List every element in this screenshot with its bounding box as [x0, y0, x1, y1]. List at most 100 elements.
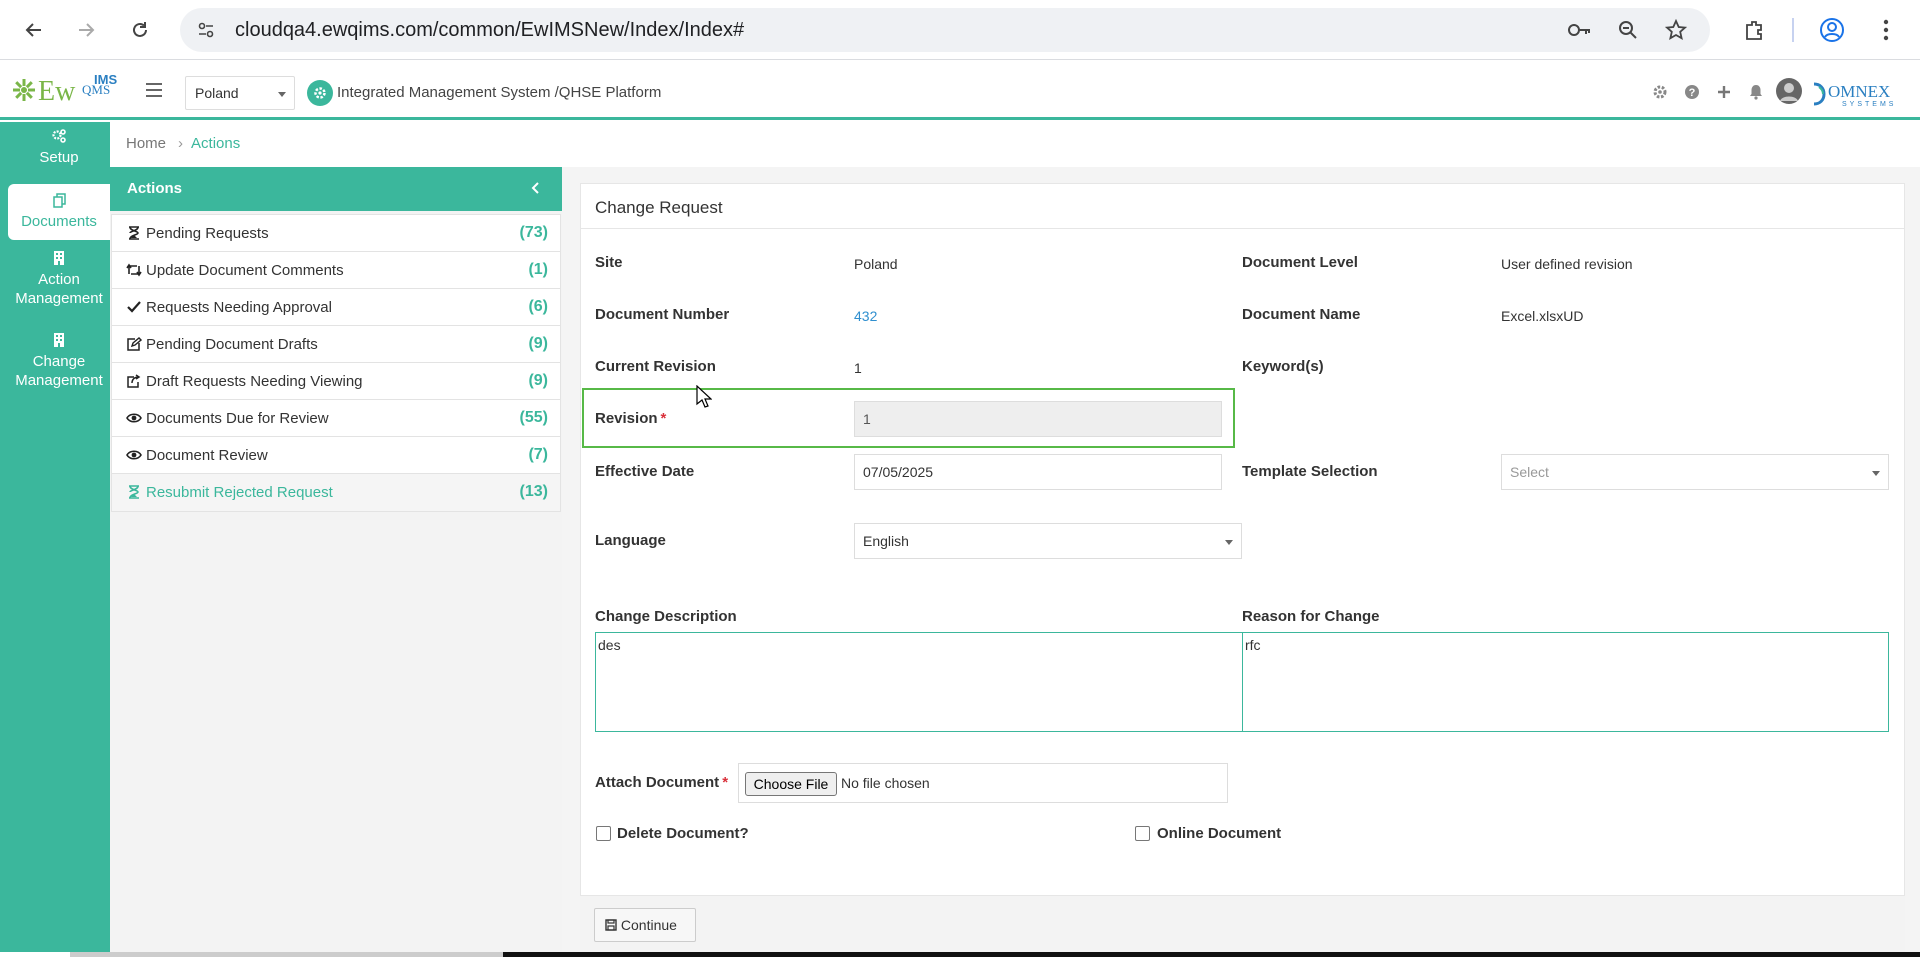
user-avatar[interactable]	[1776, 78, 1802, 104]
app-header: Ew QMS IMS Poland Integrated Management …	[0, 60, 1920, 120]
rail-item-setup[interactable]: Setup	[8, 128, 110, 180]
action-item-requests-needing-approval[interactable]: Requests Needing Approval (6)	[112, 289, 560, 326]
url-text: cloudqa4.ewqims.com/common/EwIMSNew/Inde…	[235, 19, 745, 41]
actions-panel-header: Actions	[110, 167, 562, 211]
rail-item-change-management[interactable]: Change Management	[8, 332, 110, 402]
effective-date-input[interactable]: 07/05/2025	[854, 454, 1222, 490]
document-number-link[interactable]: 432	[854, 308, 877, 324]
online-document-checkbox[interactable]	[1135, 826, 1150, 841]
document-name-value: Excel.xlsxUD	[1501, 308, 1584, 324]
help-icon[interactable]: ?	[1682, 82, 1702, 102]
document-number-label: Document Number	[595, 306, 730, 323]
action-item-pending-document-drafts[interactable]: Pending Document Drafts (9)	[112, 326, 560, 363]
current-revision-value: 1	[854, 360, 862, 376]
continue-label: Continue	[620, 917, 677, 933]
actions-panel: Actions Pending Requests (73) Update Doc…	[110, 167, 562, 957]
chevron-down-icon	[1225, 540, 1233, 545]
collapse-chevron-left-icon[interactable]	[530, 181, 540, 195]
site-dropdown[interactable]: Poland	[185, 76, 295, 110]
menu-kebab-icon[interactable]	[1868, 12, 1904, 48]
retweet-icon	[126, 263, 142, 277]
delete-document-label: Delete Document?	[617, 825, 749, 842]
rail-item-documents[interactable]: Documents	[8, 184, 110, 240]
svg-text:SYSTEMS: SYSTEMS	[1842, 101, 1896, 108]
svg-text:IMS: IMS	[94, 72, 117, 87]
action-item-pending-requests[interactable]: Pending Requests (73)	[112, 215, 560, 252]
site-value: Poland	[854, 256, 898, 272]
address-bar[interactable]: cloudqa4.ewqims.com/common/EwIMSNew/Inde…	[180, 8, 1710, 52]
language-value: English	[863, 533, 909, 549]
save-icon	[605, 919, 617, 931]
site-label: Site	[595, 254, 623, 271]
key-icon[interactable]	[1568, 18, 1592, 42]
breadcrumb: Home › Actions	[126, 135, 240, 152]
breadcrumb-home[interactable]: Home	[126, 135, 166, 152]
reason-for-change-textarea[interactable]: rfc	[1242, 632, 1889, 732]
bookmark-star-icon[interactable]	[1664, 18, 1688, 42]
continue-button[interactable]: Continue	[594, 908, 696, 942]
template-selection-dropdown[interactable]: Select	[1501, 454, 1889, 490]
reason-for-change-label: Reason for Change	[1242, 608, 1380, 625]
form-footer	[580, 895, 1905, 952]
action-item-count: (9)	[528, 335, 548, 352]
actions-list: Pending Requests (73) Update Document Co…	[111, 214, 561, 512]
action-item-label: Document Review	[146, 447, 268, 464]
action-item-count: (73)	[519, 224, 548, 241]
omnex-logo: OMNEX SYSTEMS	[1810, 80, 1910, 108]
action-item-label: Documents Due for Review	[146, 410, 329, 427]
change-description-textarea[interactable]: des	[595, 632, 1243, 732]
svg-text:?: ?	[1689, 87, 1696, 99]
notification-bell-icon[interactable]	[1746, 82, 1766, 102]
action-item-label: Pending Requests	[146, 225, 269, 242]
language-label: Language	[595, 532, 666, 549]
action-item-label: Draft Requests Needing Viewing	[146, 373, 363, 390]
taskbar-strip	[0, 952, 1920, 957]
platform-gear-icon	[307, 80, 333, 106]
revision-label: Revision *	[595, 410, 666, 427]
extensions-icon[interactable]	[1736, 12, 1772, 48]
action-item-count: (9)	[528, 372, 548, 389]
site-dropdown-value: Poland	[195, 85, 239, 101]
action-item-update-document-comments[interactable]: Update Document Comments (1)	[112, 252, 560, 289]
action-item-resubmit-rejected-request[interactable]: Resubmit Rejected Request (13)	[112, 474, 560, 511]
required-marker: *	[722, 774, 729, 791]
reload-icon[interactable]	[122, 12, 158, 48]
documents-icon	[53, 193, 66, 208]
revision-input[interactable]: 1	[854, 401, 1222, 437]
eye-icon	[126, 450, 142, 460]
choose-file-button[interactable]: Choose File	[745, 772, 837, 796]
zoom-icon[interactable]	[1616, 18, 1640, 42]
required-marker: *	[660, 410, 667, 427]
action-item-count: (6)	[528, 298, 548, 315]
hamburger-menu-icon[interactable]	[146, 83, 162, 97]
site-info-icon[interactable]	[194, 18, 218, 42]
template-placeholder: Select	[1510, 464, 1549, 480]
browser-toolbar: cloudqa4.ewqims.com/common/EwIMSNew/Inde…	[0, 0, 1920, 60]
edit-icon	[127, 337, 142, 351]
gears-icon	[52, 129, 66, 143]
forward-icon[interactable]	[68, 12, 104, 48]
add-icon[interactable]	[1714, 82, 1734, 102]
chevron-down-icon	[278, 92, 286, 97]
effective-date-label: Effective Date	[595, 463, 695, 480]
profile-icon[interactable]	[1814, 12, 1850, 48]
check-icon	[127, 301, 141, 313]
action-item-label: Update Document Comments	[146, 262, 344, 279]
toolbar-divider	[1792, 18, 1794, 42]
document-name-label: Document Name	[1242, 306, 1361, 323]
action-item-documents-due-for-review[interactable]: Documents Due for Review (55)	[112, 400, 560, 437]
delete-document-checkbox[interactable]	[596, 826, 611, 841]
chevron-down-icon	[1872, 471, 1880, 476]
attach-document-label: Attach Document *	[595, 774, 728, 791]
action-item-document-review[interactable]: Document Review (7)	[112, 437, 560, 474]
back-icon[interactable]	[16, 12, 52, 48]
mouse-cursor-icon	[696, 385, 712, 408]
template-selection-label: Template Selection	[1242, 463, 1378, 480]
rail-item-action-management[interactable]: Action Management	[8, 250, 110, 320]
language-dropdown[interactable]: English	[854, 523, 1242, 559]
action-item-draft-requests-needing-viewing[interactable]: Draft Requests Needing Viewing (9)	[112, 363, 560, 400]
rail-item-label: Action Management	[15, 271, 103, 307]
hourglass-icon	[129, 226, 139, 240]
settings-gear-icon[interactable]	[1650, 82, 1670, 102]
ewqims-logo[interactable]: Ew QMS IMS	[12, 72, 130, 108]
